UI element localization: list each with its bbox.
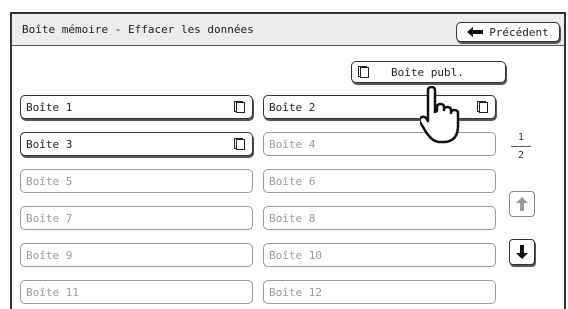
back-button-label: Précédent xyxy=(489,25,549,39)
page-current: 1 xyxy=(517,132,525,143)
box-button[interactable]: Boîte 11 xyxy=(20,280,253,304)
box-label: Boîte 9 xyxy=(26,248,73,262)
back-button[interactable]: Précédent xyxy=(456,22,560,42)
box-label: Boîte 10 xyxy=(269,248,322,262)
box-label: Boîte 12 xyxy=(269,285,322,299)
box-button[interactable]: Boîte 3 xyxy=(20,132,253,156)
document-icon xyxy=(358,66,369,78)
title-bar: Boîte mémoire - Effacer les données Préc… xyxy=(12,14,564,46)
box-label: Boîte 3 xyxy=(26,137,73,151)
box-button[interactable]: Boîte 9 xyxy=(20,243,253,267)
box-label: Boîte 8 xyxy=(269,211,316,225)
box-label: Boîte 2 xyxy=(269,100,316,114)
document-icon xyxy=(477,101,488,113)
document-icon xyxy=(234,101,245,113)
box-label: Boîte 7 xyxy=(26,211,73,225)
page-divider xyxy=(511,146,531,147)
box-label: Boîte 4 xyxy=(269,137,316,151)
box-button[interactable]: Boîte 7 xyxy=(20,206,253,230)
document-icon xyxy=(234,138,245,150)
page-indicator: 1 2 xyxy=(509,132,533,161)
arrow-down-icon xyxy=(516,245,528,259)
arrow-up-icon xyxy=(516,197,528,211)
public-box-button[interactable]: Boîte publ. xyxy=(351,61,506,83)
box-label: Boîte 1 xyxy=(26,100,73,114)
box-button[interactable]: Boîte 1 xyxy=(20,95,253,119)
page-title: Boîte mémoire - Effacer les données xyxy=(22,23,254,36)
box-button[interactable]: Boîte 6 xyxy=(263,169,496,193)
scroll-up-button[interactable] xyxy=(509,191,535,217)
public-box-label: Boîte publ. xyxy=(391,65,464,79)
box-button[interactable]: Boîte 12 xyxy=(263,280,496,304)
scroll-down-button[interactable] xyxy=(509,239,535,265)
box-label: Boîte 6 xyxy=(269,174,316,188)
dialog-frame: Boîte mémoire - Effacer les données Préc… xyxy=(10,12,566,309)
box-button[interactable]: Boîte 5 xyxy=(20,169,253,193)
box-button[interactable]: Boîte 10 xyxy=(263,243,496,267)
box-label: Boîte 5 xyxy=(26,174,73,188)
page-total: 2 xyxy=(517,150,525,161)
box-button[interactable]: Boîte 8 xyxy=(263,206,496,230)
box-label: Boîte 11 xyxy=(26,285,79,299)
arrow-left-icon xyxy=(467,27,484,37)
hand-pointer-icon xyxy=(420,86,460,144)
